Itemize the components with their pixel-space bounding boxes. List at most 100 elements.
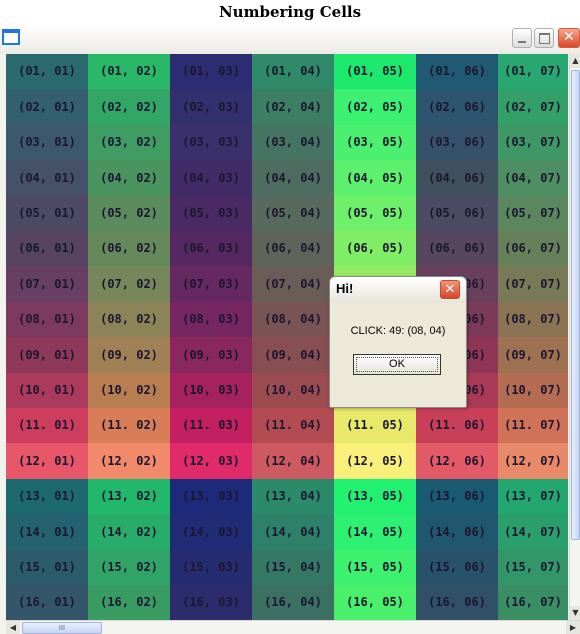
grid-cell[interactable]: (02, 01): [6, 89, 88, 125]
grid-cell[interactable]: (08, 04): [252, 302, 334, 337]
grid-cell[interactable]: (16, 03): [170, 585, 252, 620]
grid-cell[interactable]: (11. 01): [6, 408, 88, 443]
grid-cell[interactable]: (14, 01): [6, 514, 88, 550]
grid-cell[interactable]: (10, 02): [88, 373, 170, 408]
grid-cell[interactable]: (07, 02): [88, 266, 170, 302]
grid-cell[interactable]: (06, 06): [416, 231, 498, 266]
grid-cell[interactable]: (03, 01): [6, 125, 88, 160]
grid-cell[interactable]: (04, 04): [252, 160, 334, 196]
grid-cell[interactable]: (13, 01): [6, 479, 88, 514]
grid-cell[interactable]: (03, 03): [170, 125, 252, 160]
grid-cell[interactable]: (05, 05): [334, 196, 416, 231]
grid-cell[interactable]: (15, 02): [88, 550, 170, 585]
grid-cell[interactable]: (08, 03): [170, 302, 252, 337]
grid-cell[interactable]: (04, 01): [6, 160, 88, 196]
grid-cell[interactable]: (05, 06): [416, 196, 498, 231]
grid-cell[interactable]: (13, 04): [252, 479, 334, 514]
grid-cell[interactable]: (02, 02): [88, 89, 170, 125]
grid-cell[interactable]: (11. 02): [88, 408, 170, 443]
grid-cell[interactable]: (01, 03): [170, 54, 252, 89]
grid-cell[interactable]: (11. 07): [498, 408, 568, 443]
grid-cell[interactable]: (02, 04): [252, 89, 334, 125]
grid-cell[interactable]: (10, 03): [170, 373, 252, 408]
grid-cell[interactable]: (15, 07): [498, 550, 568, 585]
grid-cell[interactable]: (07, 01): [6, 266, 88, 302]
grid-cell[interactable]: (01, 04): [252, 54, 334, 89]
grid-cell[interactable]: (04, 03): [170, 160, 252, 196]
grid-cell[interactable]: (03, 04): [252, 125, 334, 160]
grid-cell[interactable]: (15, 04): [252, 550, 334, 585]
grid-cell[interactable]: (14, 04): [252, 514, 334, 550]
dialog-close-button[interactable]: ✕: [440, 280, 460, 299]
grid-cell[interactable]: (11. 05): [334, 408, 416, 443]
arrow-right-icon[interactable]: ▶: [566, 621, 580, 634]
grid-cell[interactable]: (06, 02): [88, 231, 170, 266]
grid-cell[interactable]: (06, 04): [252, 231, 334, 266]
grid-cell[interactable]: (08, 07): [498, 302, 568, 337]
grid-cell[interactable]: (13, 02): [88, 479, 170, 514]
grid-cell[interactable]: (13, 06): [416, 479, 498, 514]
grid-cell[interactable]: (01, 06): [416, 54, 498, 89]
grid-cell[interactable]: (14, 05): [334, 514, 416, 550]
dialog-titlebar[interactable]: Hi! ✕: [330, 277, 466, 303]
grid-cell[interactable]: (06, 07): [498, 231, 568, 266]
grid-cell[interactable]: (14, 06): [416, 514, 498, 550]
horizontal-scrollbar[interactable]: ◀ III ▶: [6, 620, 580, 634]
grid-cell[interactable]: (13, 05): [334, 479, 416, 514]
grid-cell[interactable]: (05, 07): [498, 196, 568, 231]
grid-cell[interactable]: (10, 01): [6, 373, 88, 408]
grid-cell[interactable]: (09, 07): [498, 337, 568, 373]
vertical-scrollbar[interactable]: ▲ ▼: [569, 54, 580, 620]
grid-cell[interactable]: (04, 05): [334, 160, 416, 196]
grid-cell[interactable]: (16, 04): [252, 585, 334, 620]
grid-cell[interactable]: (01, 05): [334, 54, 416, 89]
vertical-scroll-thumb[interactable]: [571, 70, 580, 540]
grid-cell[interactable]: (12, 06): [416, 443, 498, 479]
grid-cell[interactable]: (11. 06): [416, 408, 498, 443]
grid-cell[interactable]: (03, 02): [88, 125, 170, 160]
grid-cell[interactable]: (10, 07): [498, 373, 568, 408]
grid-cell[interactable]: (16, 02): [88, 585, 170, 620]
grid-cell[interactable]: (07, 04): [252, 266, 334, 302]
window-titlebar[interactable]: [0, 24, 580, 54]
arrow-left-icon[interactable]: ◀: [6, 621, 20, 634]
grid-cell[interactable]: (09, 01): [6, 337, 88, 373]
grid-cell[interactable]: (01, 02): [88, 54, 170, 89]
grid-cell[interactable]: (05, 01): [6, 196, 88, 231]
grid-cell[interactable]: (04, 07): [498, 160, 568, 196]
grid-cell[interactable]: (13, 03): [170, 479, 252, 514]
grid-cell[interactable]: (12, 05): [334, 443, 416, 479]
horizontal-scroll-thumb[interactable]: III: [22, 622, 102, 634]
ok-button[interactable]: OK: [353, 354, 441, 375]
grid-cell[interactable]: (02, 06): [416, 89, 498, 125]
grid-cell[interactable]: (12, 02): [88, 443, 170, 479]
grid-cell[interactable]: (06, 01): [6, 231, 88, 266]
grid-cell[interactable]: (05, 03): [170, 196, 252, 231]
grid-cell[interactable]: (03, 05): [334, 125, 416, 160]
grid-cell[interactable]: (14, 02): [88, 514, 170, 550]
grid-cell[interactable]: (03, 06): [416, 125, 498, 160]
grid-cell[interactable]: (05, 04): [252, 196, 334, 231]
grid-cell[interactable]: (03, 07): [498, 125, 568, 160]
grid-cell[interactable]: (01, 01): [6, 54, 88, 89]
grid-cell[interactable]: (12, 03): [170, 443, 252, 479]
grid-cell[interactable]: (15, 06): [416, 550, 498, 585]
grid-cell[interactable]: (06, 03): [170, 231, 252, 266]
grid-cell[interactable]: (11. 03): [170, 408, 252, 443]
grid-cell[interactable]: (04, 02): [88, 160, 170, 196]
grid-cell[interactable]: (16, 05): [334, 585, 416, 620]
grid-cell[interactable]: (10, 04): [252, 373, 334, 408]
grid-cell[interactable]: (09, 04): [252, 337, 334, 373]
grid-cell[interactable]: (01, 07): [498, 54, 568, 89]
minimize-button[interactable]: [512, 28, 532, 48]
grid-cell[interactable]: (15, 01): [6, 550, 88, 585]
grid-cell[interactable]: (12, 04): [252, 443, 334, 479]
maximize-button[interactable]: [534, 28, 554, 48]
grid-cell[interactable]: (09, 03): [170, 337, 252, 373]
close-button[interactable]: [558, 28, 580, 48]
grid-cell[interactable]: (05, 02): [88, 196, 170, 231]
grid-cell[interactable]: (12, 01): [6, 443, 88, 479]
grid-cell[interactable]: (13, 07): [498, 479, 568, 514]
arrow-down-icon[interactable]: ▼: [570, 606, 580, 620]
grid-cell[interactable]: (06, 05): [334, 231, 416, 266]
